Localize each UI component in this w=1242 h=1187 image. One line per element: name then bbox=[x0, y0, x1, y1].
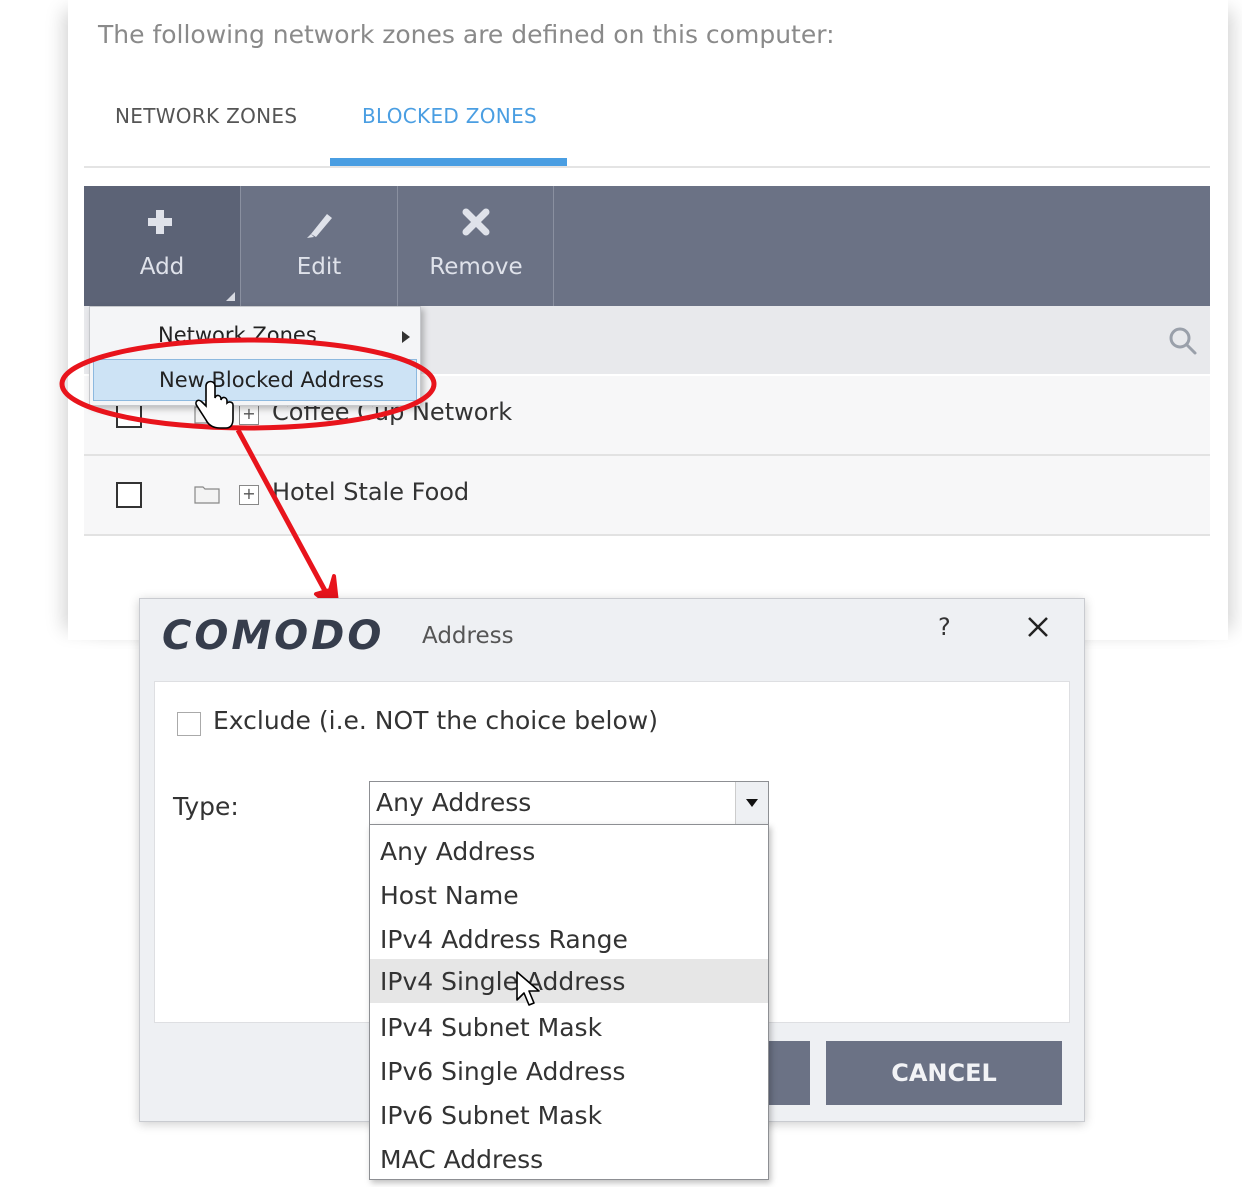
type-option[interactable]: IPv4 Address Range bbox=[370, 917, 768, 961]
chevron-down-icon[interactable] bbox=[735, 782, 768, 824]
toolbar: Add Edit Remove bbox=[84, 186, 1210, 306]
close-icon[interactable] bbox=[1024, 613, 1052, 641]
comodo-logo: COMODO bbox=[162, 613, 384, 657]
type-label: Type: bbox=[173, 792, 239, 821]
menu-item-label: Network Zones bbox=[158, 323, 317, 347]
arrow-cursor-icon bbox=[516, 971, 540, 1006]
add-context-menu: Network Zones New Blocked Address bbox=[89, 306, 421, 406]
expand-icon[interactable]: + bbox=[239, 405, 259, 425]
tab-divider bbox=[84, 166, 1210, 168]
type-option[interactable]: MAC Address bbox=[370, 1137, 768, 1181]
expand-icon[interactable]: + bbox=[239, 485, 259, 505]
add-button[interactable]: Add bbox=[84, 186, 240, 306]
exclude-checkbox[interactable] bbox=[177, 712, 201, 736]
dialog-title: Address bbox=[422, 623, 514, 649]
exclude-label: Exclude (i.e. NOT the choice below) bbox=[213, 706, 658, 735]
cancel-button[interactable]: CANCEL bbox=[826, 1041, 1062, 1105]
menu-item-label: New Blocked Address bbox=[159, 368, 385, 392]
plus-icon bbox=[148, 210, 172, 234]
add-dropdown-indicator bbox=[226, 292, 235, 301]
tab-network-zones[interactable]: NETWORK ZONES bbox=[115, 104, 297, 128]
type-select[interactable]: Any Address bbox=[369, 781, 769, 825]
menu-item-network-zones[interactable]: Network Zones bbox=[90, 311, 420, 355]
search-icon[interactable] bbox=[1168, 326, 1198, 356]
edit-button[interactable]: Edit bbox=[241, 186, 397, 306]
zone-name: Hotel Stale Food bbox=[272, 478, 470, 506]
folder-icon bbox=[194, 486, 220, 504]
zone-row[interactable]: + Hotel Stale Food bbox=[84, 456, 1210, 536]
edit-label: Edit bbox=[296, 254, 342, 280]
type-option[interactable]: Any Address bbox=[370, 829, 768, 873]
menu-item-new-blocked-address[interactable]: New Blocked Address bbox=[93, 359, 417, 401]
type-options-list: Any Address Host Name IPv4 Address Range… bbox=[369, 824, 769, 1180]
intro-text: The following network zones are defined … bbox=[98, 20, 835, 49]
folder-icon bbox=[194, 406, 220, 424]
type-option-highlighted[interactable]: IPv4 Single Address bbox=[370, 959, 768, 1003]
row-checkbox[interactable] bbox=[116, 482, 142, 508]
toolbar-separator bbox=[553, 186, 554, 306]
remove-button[interactable]: Remove bbox=[398, 186, 554, 306]
type-option[interactable]: Host Name bbox=[370, 873, 768, 917]
type-option[interactable]: IPv4 Subnet Mask bbox=[370, 1005, 768, 1049]
remove-label: Remove bbox=[429, 254, 523, 280]
submenu-arrow-icon bbox=[402, 331, 410, 343]
active-tab-indicator bbox=[330, 158, 567, 166]
type-option[interactable]: IPv6 Single Address bbox=[370, 1049, 768, 1093]
help-button[interactable]: ? bbox=[938, 613, 951, 641]
tab-blocked-zones[interactable]: BLOCKED ZONES bbox=[362, 104, 537, 128]
type-option[interactable]: IPv6 Subnet Mask bbox=[370, 1093, 768, 1137]
type-select-value: Any Address bbox=[376, 788, 532, 817]
add-label: Add bbox=[139, 254, 185, 280]
remove-x-icon bbox=[462, 208, 490, 236]
pencil-icon bbox=[307, 214, 332, 238]
svg-text:COMODO: COMODO bbox=[162, 613, 384, 657]
